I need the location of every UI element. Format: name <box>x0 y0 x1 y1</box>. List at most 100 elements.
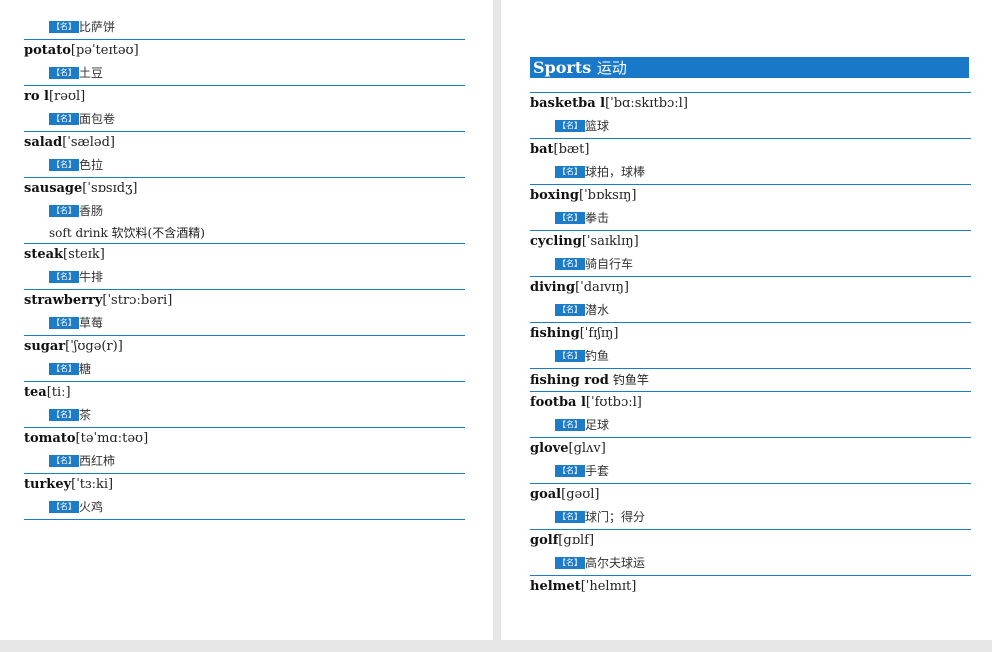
meaning-text: 色拉 <box>79 158 104 172</box>
dictionary-entry: golf[gɒlf] 【名】 高尔夫球运 <box>530 529 971 575</box>
entry-word: diving <box>530 280 576 295</box>
meaning-text: 高尔夫球运 <box>585 556 646 570</box>
definition-line: 【名】 足球 <box>530 414 971 437</box>
dictionary-entry: sugar[ˈʃʊgə(r)] 【名】糖 <box>24 335 465 381</box>
definition-line: 【名】 拳击 <box>530 207 971 230</box>
dictionary-entry: strawberry[ˈstrɔːbəri] 【名】 草莓 <box>24 289 465 335</box>
dictionary-entry: helmet[ˈhelmɪt] <box>530 575 971 598</box>
entry-headline: diving[ˈdaɪvɪŋ] <box>530 277 971 299</box>
entry-phonetic: [ˈfʊtbɔːl] <box>585 395 642 410</box>
entry-headline: fishing rod 钓鱼竿 <box>530 369 971 391</box>
entry-headline: golf[gɒlf] <box>530 530 971 552</box>
entry-phonetic: [steɪk] <box>63 247 105 262</box>
entry-word: basketba l <box>530 96 606 111</box>
right-page: Sports 运动 basketba l[ˈbɑːskɪtbɔːl] 【名】 篮球 b… <box>501 0 992 640</box>
definition-line: 【名】 骑自行车 <box>530 253 971 276</box>
dictionary-entry: tea[tiː] 【名】茶 <box>24 381 465 427</box>
entry-headline: strawberry[ˈstrɔːbəri] <box>24 290 465 312</box>
meaning-text: 潜水 <box>585 303 610 317</box>
entry-phonetic: [gəʊl] <box>561 487 600 502</box>
definition-line: 【名】 手套 <box>530 460 971 483</box>
meaning-text: 面包卷 <box>79 112 116 126</box>
entry-phonetic: [ˈhelmɪt] <box>580 579 637 594</box>
entry-phonetic: [ˈfɪʃɪŋ] <box>579 326 619 341</box>
meaning-text: 手套 <box>585 464 610 478</box>
entry-headline: sausage[ˈsɒsɪdʒ] <box>24 178 465 200</box>
entry-headline: turkey[ˈtɜːki] <box>24 474 465 496</box>
meaning-text: 茶 <box>79 408 92 422</box>
entry-phonetic: [ˈtɜːki] <box>71 477 114 492</box>
dictionary-entry: goal[gəʊl] 【名】 球门；得分 <box>530 483 971 529</box>
section-title-cn: 运动 <box>596 59 627 77</box>
dictionary-entry: diving[ˈdaɪvɪŋ] 【名】 潜水 <box>530 276 971 322</box>
entry-pizza-partial: 【名】 比萨饼 <box>24 16 465 39</box>
entry-word: potato <box>24 43 71 58</box>
definition-line: 【名】 火鸡 <box>24 496 465 519</box>
entry-phonetic: [ˈsaɪklɪŋ] <box>581 234 639 249</box>
pos-badge: 【名】 <box>555 303 585 316</box>
entry-word: turkey <box>24 477 72 492</box>
entry-word: ro l <box>24 89 49 104</box>
pos-badge: 【名】 <box>555 119 585 132</box>
dictionary-entry: turkey[ˈtɜːki] 【名】 火鸡 <box>24 473 465 519</box>
meaning-text: 糖 <box>79 362 92 376</box>
pos-badge: 【名】 <box>49 500 79 513</box>
left-entries: 【名】 比萨饼 potato[pəˈteɪtəʊ] 【名】 土豆 ro l[rəʊl] 【… <box>0 16 493 520</box>
definition-line: 【名】 西红柿 <box>24 450 465 473</box>
entry-word: cycling <box>530 234 582 249</box>
dictionary-entry: steak[steɪk] 【名】 牛排 <box>24 243 465 289</box>
pos-badge: 【名】 <box>555 349 585 362</box>
entry-phonetic: [ˈbɑːskɪtbɔːl] <box>605 96 688 111</box>
pos-badge: 【名】 <box>49 454 79 467</box>
entry-headline: potato[pəˈteɪtəʊ] <box>24 40 465 62</box>
definition-line: 【名】 潜水 <box>530 299 971 322</box>
section-title: Sports 运动 <box>530 57 969 78</box>
dictionary-entry: ro l[rəʊl] 【名】 面包卷 <box>24 85 465 131</box>
left-page: 【名】 比萨饼 potato[pəˈteɪtəʊ] 【名】 土豆 ro l[rəʊl] 【… <box>0 0 493 640</box>
entry-headline: steak[steɪk] <box>24 244 465 266</box>
entry-phonetic: [gɒlf] <box>558 533 595 548</box>
entry-word: salad <box>24 135 63 150</box>
entry-phonetic: [ˈbɒksɪŋ] <box>579 188 637 203</box>
dictionary-entry: fishing[ˈfɪʃɪŋ] 【名】 钓鱼 <box>530 322 971 368</box>
dictionary-entry: sausage[ˈsɒsɪdʒ] 【名】 香肠 soft drink 软饮料(不含酒精… <box>24 177 465 243</box>
entry-phonetic: [ˈsæləd] <box>62 135 115 150</box>
meaning-text: 篮球 <box>585 119 610 133</box>
meaning-text: 拳击 <box>585 211 610 225</box>
entry-word: tea <box>24 385 47 400</box>
meaning-text: 香肠 <box>79 204 104 218</box>
entry-word: bat <box>530 142 554 157</box>
entry-phonetic: [tiː] <box>46 385 71 400</box>
meaning-text: 西红柿 <box>79 454 116 468</box>
definition-line: 【名】 高尔夫球运 <box>530 552 971 575</box>
meaning-text: 球门；得分 <box>585 510 646 524</box>
meaning-text: 牛排 <box>79 270 104 284</box>
entry-headline: helmet[ˈhelmɪt] <box>530 576 971 598</box>
definition-line: 【名】 面包卷 <box>24 108 465 131</box>
pos-badge: 【名】 <box>49 20 79 33</box>
meaning-text: 比萨饼 <box>79 20 116 34</box>
entry-word: helmet <box>530 579 581 594</box>
entry-headline: footba l[ˈfʊtbɔːl] <box>530 392 971 414</box>
entry-headline: boxing[ˈbɒksɪŋ] <box>530 185 971 207</box>
section-title-en: Sports <box>533 58 592 77</box>
entry-headline: cycling[ˈsaɪklɪŋ] <box>530 231 971 253</box>
dictionary-entry: basketba l[ˈbɑːskɪtbɔːl] 【名】 篮球 <box>530 92 971 138</box>
entry-headline: glove[glʌv] <box>530 438 971 460</box>
entry-phonetic: [ˈʃʊgə(r)] <box>65 339 123 354</box>
phrase-line: soft drink 软饮料(不含酒精) <box>49 226 205 240</box>
definition-line: 【名】 香肠 <box>24 200 465 223</box>
dictionary-entry: footba l[ˈfʊtbɔːl] 【名】 足球 <box>530 391 971 437</box>
meaning-text: 火鸡 <box>79 500 104 514</box>
dictionary-entry: boxing[ˈbɒksɪŋ] 【名】 拳击 <box>530 184 971 230</box>
pos-badge: 【名】 <box>49 362 79 375</box>
entry-word: steak <box>24 247 64 262</box>
pos-badge: 【名】 <box>49 204 79 217</box>
definition-line: 【名】 牛排 <box>24 266 465 289</box>
pos-badge: 【名】 <box>555 464 585 477</box>
definition-line: 【名】 土豆 <box>24 62 465 85</box>
entry-headline: salad[ˈsæləd] <box>24 132 465 154</box>
entry-phonetic: [rəʊl] <box>48 89 86 104</box>
meaning-text: 钓鱼 <box>585 349 610 363</box>
entry-headline: basketba l[ˈbɑːskɪtbɔːl] <box>530 93 971 115</box>
